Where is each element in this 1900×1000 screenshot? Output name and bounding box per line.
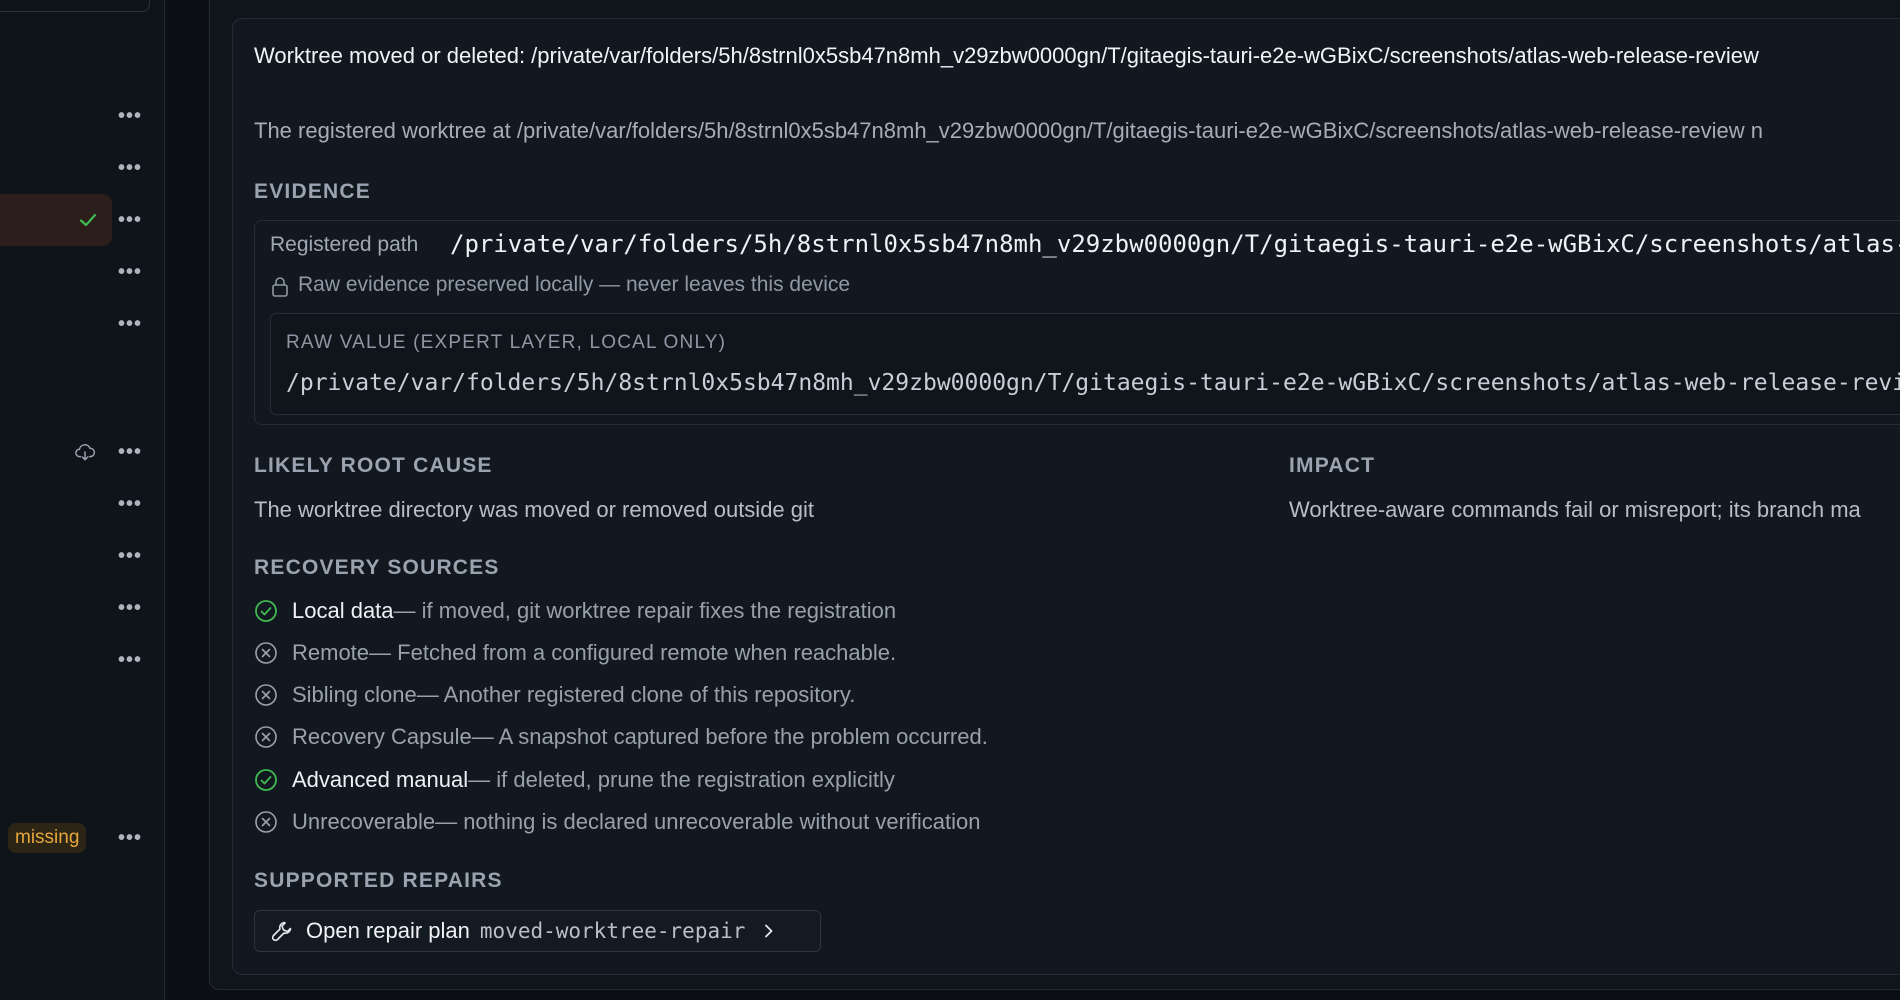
x-circle-icon	[255, 811, 277, 833]
supported-repairs-heading: SUPPORTED REPAIRS	[254, 869, 503, 892]
sidebar-row-active[interactable]	[0, 194, 112, 246]
x-circle-icon	[255, 684, 277, 706]
sidebar-row[interactable]: •••	[0, 246, 164, 298]
recovery-source-item: Advanced manual — if deleted, prune the …	[254, 765, 895, 795]
repair-button-label: Open repair plan	[306, 918, 470, 943]
registered-path-label: Registered path	[270, 233, 419, 256]
more-options-icon[interactable]: •••	[118, 158, 142, 178]
raw-value-box	[270, 313, 1900, 415]
privacy-note: Raw evidence preserved locally — never l…	[298, 273, 851, 296]
cloud-download-icon	[75, 444, 96, 461]
registered-path-value[interactable]: /private/var/folders/5h/8strnl0x5sb47n8m…	[450, 230, 1900, 258]
recovery-source-name: Advanced manual	[292, 767, 469, 792]
recovery-source-item: Unrecoverable — nothing is declared unre…	[254, 807, 981, 837]
check-circle-icon	[255, 600, 277, 622]
issue-description: The registered worktree at /private/var/…	[254, 118, 1763, 143]
sidebar-row[interactable]: •••	[0, 426, 164, 478]
recovery-source-name: Remote	[292, 640, 370, 665]
raw-value[interactable]: /private/var/folders/5h/8strnl0x5sb47n8m…	[286, 370, 1900, 396]
more-options-icon[interactable]: •••	[118, 546, 142, 566]
recovery-source-detail: — nothing is declared unrecoverable with…	[435, 809, 981, 834]
more-options-icon[interactable]: •••	[118, 650, 142, 670]
recovery-source-name: Unrecoverable	[292, 809, 436, 834]
more-options-icon[interactable]: •••	[118, 828, 142, 848]
more-options-icon[interactable]: •••	[118, 210, 142, 230]
recovery-source-item: Remote — Fetched from a configured remot…	[254, 638, 896, 668]
sidebar-row-menu[interactable]: •••	[112, 194, 164, 246]
sidebar: ••• ••• ••• ••• ••• ••• ••• ••• ••• ••• …	[0, 0, 165, 1000]
wrench-icon	[271, 921, 292, 942]
root-cause-heading: LIKELY ROOT CAUSE	[254, 454, 493, 477]
recovery-source-detail: — if moved, git worktree repair fixes th…	[393, 598, 897, 623]
evidence-heading: EVIDENCE	[254, 180, 371, 203]
more-options-icon[interactable]: •••	[118, 314, 142, 334]
more-options-icon[interactable]: •••	[118, 442, 142, 462]
recovery-sources-heading: RECOVERY SOURCES	[254, 556, 500, 579]
gutter	[165, 0, 209, 1000]
check-circle-icon	[255, 769, 277, 791]
recovery-source-item: Sibling clone — Another registered clone…	[254, 680, 855, 710]
recovery-source-item: Local data — if moved, git worktree repa…	[254, 596, 896, 626]
sidebar-search-field[interactable]	[0, 0, 150, 12]
recovery-source-detail: — Fetched from a configured remote when …	[369, 640, 897, 665]
sidebar-row[interactable]: •••	[0, 90, 164, 142]
recovery-source-detail: — A snapshot captured before the problem…	[471, 724, 988, 749]
more-options-icon[interactable]: •••	[118, 598, 142, 618]
status-badge-missing: missing	[8, 823, 87, 853]
sidebar-row[interactable]: •••	[0, 142, 164, 194]
impact-heading: IMPACT	[1289, 454, 1376, 477]
sidebar-row[interactable]: •••	[0, 298, 164, 350]
more-options-icon[interactable]: •••	[118, 494, 142, 514]
x-circle-icon	[255, 642, 277, 664]
open-repair-plan-button[interactable]: Open repair plan moved-worktree-repair	[254, 910, 821, 952]
impact-text: Worktree-aware commands fail or misrepor…	[1289, 497, 1861, 522]
more-options-icon[interactable]: •••	[118, 262, 142, 282]
recovery-source-name: Sibling clone	[292, 682, 417, 707]
more-options-icon[interactable]: •••	[118, 106, 142, 126]
sidebar-row[interactable]: missing •••	[0, 812, 164, 864]
recovery-source-name: Recovery Capsule	[292, 724, 472, 749]
recovery-source-detail: — Another registered clone of this repos…	[416, 682, 856, 707]
recovery-source-detail: — if deleted, prune the registration exp…	[468, 767, 895, 792]
sidebar-row[interactable]: •••	[0, 582, 164, 634]
issue-title: Worktree moved or deleted: /private/var/…	[254, 43, 1759, 68]
sidebar-row[interactable]: •••	[0, 478, 164, 530]
chevron-right-icon	[765, 924, 773, 938]
recovery-source-name: Local data	[292, 598, 394, 623]
sidebar-row[interactable]: •••	[0, 634, 164, 686]
root-cause-text: The worktree directory was moved or remo…	[254, 497, 815, 522]
check-icon	[79, 213, 97, 227]
raw-value-label: RAW VALUE (EXPERT LAYER, LOCAL ONLY)	[286, 332, 727, 353]
recovery-source-item: Recovery Capsule — A snapshot captured b…	[254, 722, 988, 752]
repair-button-code: moved-worktree-repair	[479, 919, 746, 943]
sidebar-row[interactable]: •••	[0, 530, 164, 582]
lock-icon	[272, 277, 288, 297]
x-circle-icon	[255, 726, 277, 748]
